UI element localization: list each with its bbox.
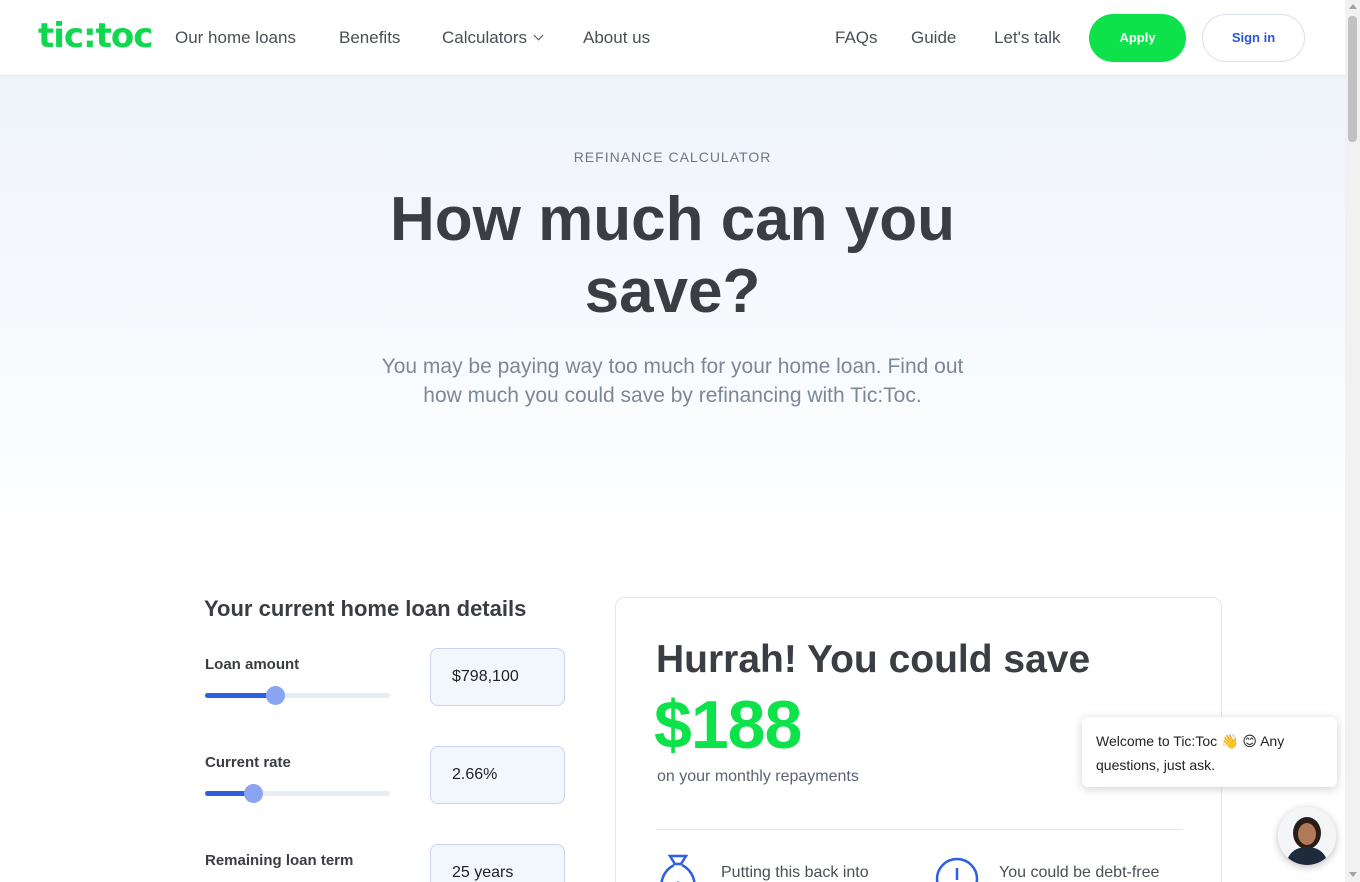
savings-amount: $188 bbox=[654, 687, 802, 763]
chat-greeting: Welcome to Tic:Toc bbox=[1096, 733, 1218, 749]
loan-amount-slider-handle[interactable] bbox=[265, 686, 285, 705]
clock-icon bbox=[935, 857, 979, 882]
nav-about-us[interactable]: About us bbox=[583, 28, 650, 48]
money-bag-icon: $ bbox=[660, 854, 696, 882]
hero-subtitle: You may be paying way too much for your … bbox=[381, 355, 964, 407]
loan-amount-input[interactable]: $798,100 bbox=[430, 648, 565, 706]
card-divider bbox=[656, 829, 1182, 830]
site-header: tic:toc Our home loans Benefits Calculat… bbox=[0, 0, 1345, 76]
current-rate-input[interactable]: 2.66% bbox=[430, 746, 565, 804]
benefit-text-1: Putting this back into bbox=[721, 864, 869, 881]
agent-portrait-icon bbox=[1278, 807, 1336, 865]
savings-heading: Hurrah! You could save bbox=[656, 638, 1091, 681]
chat-welcome-bubble[interactable]: Welcome to Tic:Toc 👋 😊 Any questions, ju… bbox=[1082, 717, 1337, 787]
remaining-term-label: Remaining loan term bbox=[205, 852, 354, 869]
chat-agent-avatar[interactable] bbox=[1278, 807, 1336, 865]
savings-subtext: on your monthly repayments bbox=[657, 768, 859, 785]
page-title-line-2: save? bbox=[584, 257, 761, 326]
page-title-line-1: How much can you bbox=[390, 185, 955, 254]
chevron-down-icon bbox=[533, 30, 544, 41]
scrollbar-thumb[interactable] bbox=[1348, 16, 1357, 142]
sign-in-button[interactable]: Sign in bbox=[1202, 14, 1305, 62]
loan-amount-label: Loan amount bbox=[205, 656, 300, 673]
nav-lets-talk[interactable]: Let's talk bbox=[994, 28, 1061, 48]
scroll-up-arrow-icon[interactable] bbox=[1349, 4, 1357, 9]
current-rate-slider-handle[interactable] bbox=[243, 784, 263, 803]
nav-calculators[interactable]: Calculators bbox=[442, 28, 544, 48]
form-title: Your current home loan details bbox=[204, 596, 527, 621]
nav-benefits[interactable]: Benefits bbox=[339, 28, 400, 48]
waving-hand-icon: 👋 bbox=[1221, 734, 1239, 750]
apply-button[interactable]: Apply bbox=[1089, 14, 1186, 62]
nav-our-home-loans[interactable]: Our home loans bbox=[175, 28, 296, 48]
nav-calculators-label: Calculators bbox=[442, 28, 528, 47]
loan-amount-slider-fill bbox=[205, 693, 276, 698]
page-scrollbar[interactable] bbox=[1345, 0, 1360, 882]
benefit-text-2: You could be debt-free bbox=[999, 864, 1160, 881]
nav-guide[interactable]: Guide bbox=[911, 28, 956, 48]
current-rate-label: Current rate bbox=[205, 754, 291, 771]
page-title: How much can you save? bbox=[350, 184, 995, 328]
remaining-term-input[interactable]: 25 years bbox=[430, 844, 565, 882]
scroll-down-arrow-icon[interactable] bbox=[1349, 872, 1357, 877]
nav-faqs[interactable]: FAQs bbox=[835, 28, 878, 48]
hero-section: REFINANCE CALCULATOR How much can you sa… bbox=[0, 76, 1345, 516]
hero-eyebrow: REFINANCE CALCULATOR bbox=[573, 149, 772, 165]
current-rate-slider[interactable] bbox=[205, 784, 390, 803]
loan-amount-slider[interactable] bbox=[205, 686, 390, 705]
smiling-face-icon: 😊 bbox=[1242, 734, 1257, 750]
tictoc-logo[interactable]: tic:toc bbox=[38, 16, 153, 56]
